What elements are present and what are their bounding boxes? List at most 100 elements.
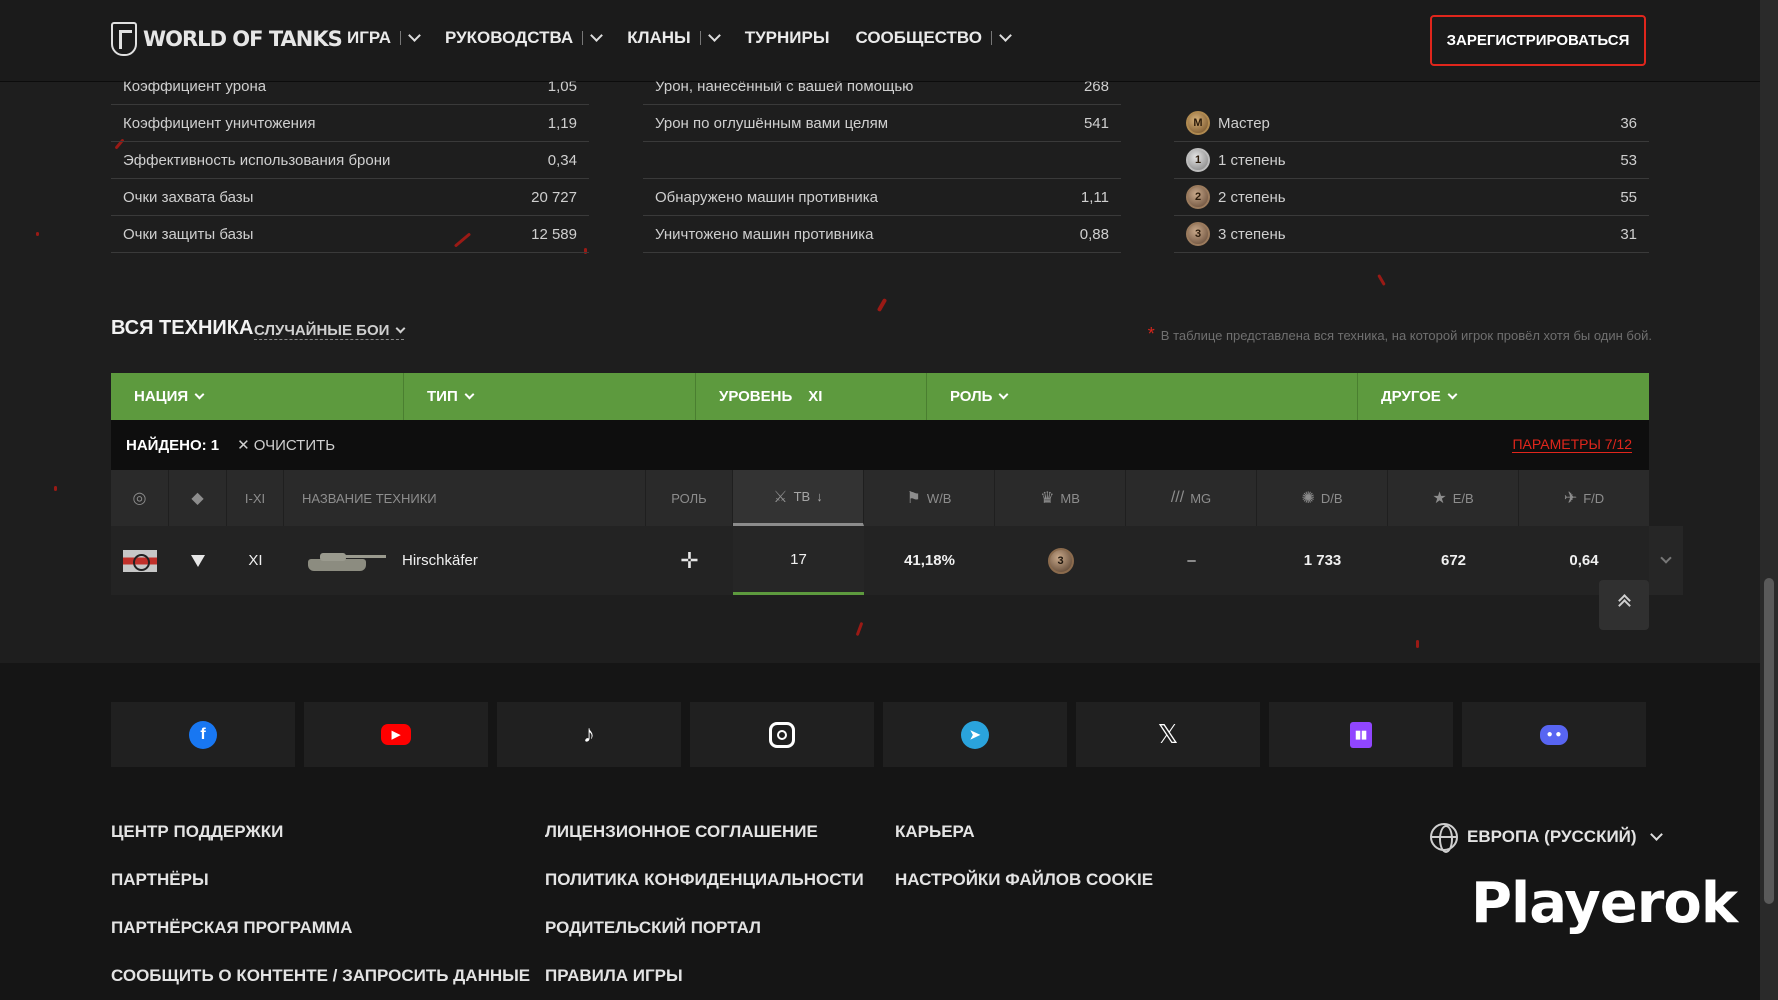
nav-item-guides[interactable]: РУКОВОДСТВА xyxy=(445,28,604,48)
social-youtube[interactable]: ▶ xyxy=(304,702,488,767)
col-marks[interactable]: /// MG xyxy=(1126,470,1257,526)
vehicles-table-header: ◎ ◆ I-XI НАЗВАНИЕ ТЕХНИКИ РОЛЬ ⚔ ТВ ↓ ⚑ W/B… xyxy=(111,470,1649,526)
social-discord[interactable]: ● ● xyxy=(1462,702,1646,767)
filter-tier[interactable]: УРОВЕНЬ XI xyxy=(696,373,927,420)
mastery-row: 1 1 степень 53 xyxy=(1174,142,1649,179)
logo[interactable]: WORLD OF TANKS xyxy=(111,22,343,56)
footer-link-career[interactable]: КАРЬЕРА xyxy=(895,822,1153,845)
col-type[interactable]: ◆ xyxy=(169,470,227,526)
footer-link-partner-program[interactable]: ПАРТНЁРСКАЯ ПРОГРАММА xyxy=(111,918,530,941)
frags-icon: ✈ xyxy=(1563,490,1578,507)
social-x[interactable]: 𝕏 xyxy=(1076,702,1260,767)
chevron-down-icon[interactable] xyxy=(590,29,604,42)
role-crosshair-icon: ✛ xyxy=(680,547,699,573)
cell-tier: XI xyxy=(248,552,263,569)
stat-label: Коэффициент уничтожения xyxy=(123,114,316,132)
footer-link-privacy[interactable]: ПОЛИТИКА КОНФИДЕНЦИАЛЬНОСТИ xyxy=(545,870,864,893)
col-label: ТВ xyxy=(793,489,811,504)
chevron-down-icon xyxy=(464,389,475,399)
region-label: ЕВРОПА (РУССКИЙ) xyxy=(1467,827,1637,846)
footer-link-report-content[interactable]: СООБЩИТЬ О КОНТЕНТЕ / ЗАПРОСИТЬ ДАННЫЕ xyxy=(111,966,530,989)
mastery-third-class-icon: 3 xyxy=(1186,222,1210,246)
vehicle-type-icon: ◆ xyxy=(191,490,204,507)
mastery-second-class-icon: 2 xyxy=(1186,185,1210,209)
col-battles[interactable]: ⚔ ТВ ↓ xyxy=(733,470,864,526)
col-experience[interactable]: ★ E/B xyxy=(1388,470,1519,526)
marks-of-excellence-icon: /// xyxy=(1170,489,1185,506)
stats-table-assist: Урон, нанесённый с вашей помощью 268 Урон… xyxy=(643,68,1121,253)
stats-row: Очки захвата базы 20 727 xyxy=(111,179,589,216)
stat-value: 12 589 xyxy=(531,225,577,243)
nav-item-clans[interactable]: КЛАНЫ xyxy=(627,28,721,48)
chevron-down-icon[interactable] xyxy=(707,29,721,42)
col-frags[interactable]: ✈ F/D xyxy=(1519,470,1649,526)
battle-type-dropdown[interactable]: СЛУЧАЙНЫЕ БОИ xyxy=(254,322,406,340)
vehicle-name: Hirschkäfer xyxy=(402,552,478,569)
stat-label: Уничтожено машин противника xyxy=(655,225,874,243)
page-scrollbar[interactable] xyxy=(1760,0,1778,1000)
social-twitch[interactable]: ▮▮ xyxy=(1269,702,1453,767)
chevron-down-icon xyxy=(1649,828,1663,841)
results-bar: НАЙДЕНО: 1 ✕ ОЧИСТИТЬ ПАРАМЕТРЫ 7/12 xyxy=(111,420,1649,470)
damage-icon: ✺ xyxy=(1301,490,1315,507)
row-expand-button[interactable] xyxy=(1649,526,1683,595)
site-header: WORLD OF TANKS ИГРА РУКОВОДСТВА КЛАНЫ ТУ… xyxy=(0,0,1760,81)
filter-other[interactable]: ДРУГОЕ xyxy=(1358,373,1649,420)
cell-nation xyxy=(111,526,169,595)
nav-separator xyxy=(990,31,992,45)
nav-item-game[interactable]: ИГРА xyxy=(347,28,421,48)
scroll-to-top-button[interactable] xyxy=(1599,580,1649,630)
social-facebook[interactable]: f xyxy=(111,702,295,767)
flag-icon: ⚑ xyxy=(906,490,921,507)
col-winrate[interactable]: ⚑ W/B xyxy=(864,470,995,526)
filter-nation[interactable]: НАЦИЯ xyxy=(111,373,404,420)
stats-row: Урон по оглушённым вами целям 541 xyxy=(643,105,1121,142)
footer-link-game-rules[interactable]: ПРАВИЛА ИГРЫ xyxy=(545,966,864,989)
register-button[interactable]: ЗАРЕГИСТРИРОВАТЬСЯ xyxy=(1430,15,1646,66)
footer-link-partners[interactable]: ПАРТНЁРЫ xyxy=(111,870,530,893)
footer-links-col1: ЦЕНТР ПОДДЕРЖКИ ПАРТНЁРЫ ПАРТНЁРСКАЯ ПРО… xyxy=(111,822,530,989)
col-damage[interactable]: ✺ D/B xyxy=(1257,470,1388,526)
filter-label: ДРУГОЕ xyxy=(1381,388,1441,405)
col-nation[interactable]: ◎ xyxy=(111,470,169,526)
social-tiktok[interactable]: ♪ xyxy=(497,702,681,767)
region-selector[interactable]: ЕВРОПА (РУССКИЙ) xyxy=(1430,823,1663,853)
footer-link-license[interactable]: ЛИЦЕНЗИОННОЕ СОГЛАШЕНИЕ xyxy=(545,822,864,845)
col-tier[interactable]: I-XI xyxy=(227,470,284,526)
stats-table-mastery: M Мастер 36 1 1 степень 53 2 2 степень 55 3 3 с… xyxy=(1174,105,1649,253)
col-name[interactable]: НАЗВАНИЕ ТЕХНИКИ xyxy=(284,470,646,526)
social-instagram[interactable] xyxy=(690,702,874,767)
footer-link-support[interactable]: ЦЕНТР ПОДДЕРЖКИ xyxy=(111,822,530,845)
stat-label: Обнаружено машин противника xyxy=(655,188,879,206)
footer-link-parental[interactable]: РОДИТЕЛЬСКИЙ ПОРТАЛ xyxy=(545,918,864,941)
close-icon: ✕ xyxy=(237,437,250,454)
filter-role[interactable]: РОЛЬ xyxy=(927,373,1358,420)
footer-link-cookie-settings[interactable]: НАСТРОЙКИ ФАЙЛОВ COOKIE xyxy=(895,870,1153,893)
parameters-link[interactable]: ПАРАМЕТРЫ 7/12 xyxy=(1512,436,1632,453)
nav-item-tournaments[interactable]: ТУРНИРЫ xyxy=(745,28,830,48)
chevron-down-icon xyxy=(998,389,1009,399)
scrollbar-thumb[interactable] xyxy=(1764,578,1774,904)
chevron-down-icon[interactable] xyxy=(999,29,1012,42)
experience-star-icon: ★ xyxy=(1432,490,1447,507)
social-telegram[interactable]: ➤ xyxy=(883,702,1067,767)
table-note: * В таблице представлена вся техника, на … xyxy=(1148,324,1652,345)
nav-separator xyxy=(699,31,701,45)
stat-label: 3 степень xyxy=(1218,225,1286,243)
chevron-down-icon[interactable] xyxy=(408,29,421,42)
clear-label: ОЧИСТИТЬ xyxy=(253,436,336,454)
battle-type-label: СЛУЧАЙНЫЕ БОИ xyxy=(254,322,390,339)
clear-filters-button[interactable]: ✕ ОЧИСТИТЬ xyxy=(237,436,336,455)
main-nav: ИГРА РУКОВОДСТВА КЛАНЫ ТУРНИРЫ СООБЩЕСТВ… xyxy=(347,28,1036,48)
chevron-down-icon xyxy=(1660,552,1672,564)
filter-type[interactable]: ТИП xyxy=(404,373,696,420)
col-mastery[interactable]: ♛ MB xyxy=(995,470,1126,526)
stat-value: 1,19 xyxy=(547,114,577,132)
decor-spark xyxy=(855,621,864,637)
col-role[interactable]: РОЛЬ xyxy=(646,470,733,526)
discord-icon: ● ● xyxy=(1540,724,1568,745)
nav-item-community[interactable]: СООБЩЕСТВО xyxy=(855,28,1012,48)
nav-label: ИГРА xyxy=(347,28,391,47)
table-row[interactable]: XI Hirschkäfer ✛ 17 41,18% 3 – 1 733 672… xyxy=(111,526,1649,595)
decor-spark xyxy=(54,486,57,491)
